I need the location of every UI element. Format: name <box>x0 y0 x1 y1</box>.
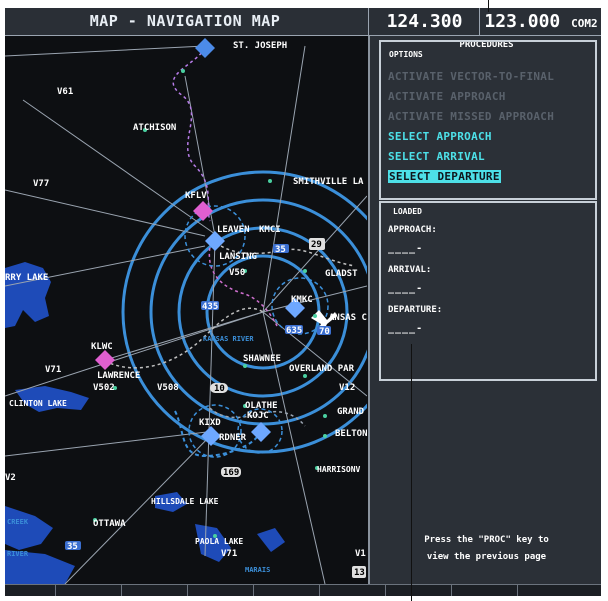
shield-169: 169 <box>223 468 239 478</box>
label-v77: V77 <box>33 179 49 189</box>
label-v2: V2 <box>5 473 16 483</box>
label-klwc: KLWC <box>91 342 113 352</box>
label-kixd: KIXD <box>199 418 221 428</box>
arrival-value: ____- <box>388 283 424 294</box>
options-box: OPTIONS ACTIVATE VECTOR-TO-FINAL ACTIVAT… <box>379 40 597 200</box>
label-clinton-lake: CLINTON LAKE <box>9 399 67 408</box>
option-select-approach[interactable]: SELECT APPROACH <box>388 130 492 143</box>
softkey-7[interactable] <box>451 585 452 596</box>
navigation-map[interactable]: 35 10 169 35 29 70 435 635 13 ST. JOSEPH… <box>5 36 405 585</box>
label-kojc: KOJC <box>247 411 269 421</box>
label-leaven: LEAVEN <box>217 225 250 235</box>
label-kansas-river: KANSAS RIVER <box>203 335 254 343</box>
label-v12: V12 <box>339 383 355 393</box>
mfd-display: MAP - NAVIGATION MAP 124.300 123.000 COM… <box>5 8 601 596</box>
shield-635: 635 <box>286 326 302 336</box>
shield-35-south: 35 <box>67 542 78 552</box>
top-bar: MAP - NAVIGATION MAP 124.300 123.000 COM… <box>5 8 601 36</box>
standby-frequency-value: 123.000 <box>484 11 561 32</box>
option-select-arrival[interactable]: SELECT ARRIVAL <box>388 150 485 163</box>
softkey-8[interactable] <box>517 585 518 596</box>
label-overland-park: OVERLAND PAR <box>289 364 355 374</box>
label-river: RIVER <box>7 550 29 558</box>
label-harrisonville: HARRISONV <box>317 465 361 474</box>
shield-29: 29 <box>311 240 322 250</box>
callout-line-top <box>488 0 489 12</box>
option-activate-vtf: ACTIVATE VECTOR-TO-FINAL <box>388 70 555 83</box>
label-smithville: SMITHVILLE LA <box>293 177 364 187</box>
label-hillsdale-lake: HILLSDALE LAKE <box>151 497 219 506</box>
com-standby-frequency[interactable]: 123.000 COM2 <box>479 8 601 35</box>
shield-13: 13 <box>354 568 365 578</box>
departure-label: DEPARTURE: <box>388 305 443 315</box>
softkey-6[interactable] <box>385 585 386 596</box>
label-v502: V502 <box>93 383 115 393</box>
softkey-1[interactable] <box>55 585 56 596</box>
departure-value: ____- <box>388 323 424 334</box>
arrival-label: ARRIVAL: <box>388 265 432 275</box>
softkey-bar <box>5 584 601 596</box>
option-activate-missed-approach: ACTIVATE MISSED APPROACH <box>388 110 555 123</box>
loaded-tag: LOADED <box>393 207 422 216</box>
approach-label: APPROACH: <box>388 225 437 235</box>
option-activate-approach: ACTIVATE APPROACH <box>388 90 506 103</box>
label-lansing: LANSING <box>219 252 257 262</box>
label-lawrence: LAWRENCE <box>97 371 140 381</box>
proc-hint-line2: view the previous page <box>426 552 547 562</box>
approach-value: ____- <box>388 243 424 254</box>
label-marais: MARAIS <box>245 566 270 574</box>
softkey-3[interactable] <box>187 585 188 596</box>
options-tag: OPTIONS <box>389 50 423 59</box>
active-frequency-value: 124.300 <box>386 11 463 32</box>
softkey-4[interactable] <box>253 585 254 596</box>
label-atchison: ATCHISON <box>133 123 176 133</box>
label-v1: V1 <box>355 549 366 559</box>
label-olathe: OLATHE <box>245 401 278 411</box>
label-v71: V71 <box>45 365 61 375</box>
label-v71-south: V71 <box>221 549 237 559</box>
softkey-2[interactable] <box>121 585 122 596</box>
proc-hint: Press the "PROC" key to view the previou… <box>370 532 601 566</box>
softkey-5[interactable] <box>319 585 320 596</box>
shield-435: 435 <box>202 302 218 312</box>
label-v508: V508 <box>157 383 179 393</box>
label-rry-lake: RRY LAKE <box>5 273 48 283</box>
callout-line-bottom <box>411 344 412 601</box>
map-canvas: 35 10 169 35 29 70 435 635 13 ST. JOSEPH… <box>5 36 405 585</box>
label-paola-lake: PAOLA LAKE <box>195 537 243 546</box>
label-shawnee: SHAWNEE <box>243 354 281 364</box>
label-creek: CREEK <box>7 518 29 526</box>
shield-70: 70 <box>319 327 330 337</box>
com-unit-label: COM2 <box>571 17 598 30</box>
label-ottawa: OTTAWA <box>93 519 126 529</box>
label-kmkc: KMKC <box>291 295 313 305</box>
label-gladstone: GLADST <box>325 269 358 279</box>
proc-hint-line1: Press the "PROC" key to <box>424 535 549 545</box>
label-kansas-city: ANSAS C <box>329 313 367 323</box>
label-v50: V50 <box>229 268 245 278</box>
shield-35-north: 35 <box>275 245 286 255</box>
option-select-departure[interactable]: SELECT DEPARTURE <box>388 170 501 183</box>
label-belton: BELTON <box>335 429 367 439</box>
label-kmci: KMCI <box>259 225 281 235</box>
com-active-frequency[interactable]: 124.300 <box>368 8 480 35</box>
label-grandview: GRAND <box>337 407 365 417</box>
label-gardner: RDNER <box>219 433 247 443</box>
label-st-joseph: ST. JOSEPH <box>233 41 287 51</box>
procedures-window: PROCEDURES OPTIONS ACTIVATE VECTOR-TO-FI… <box>368 36 601 584</box>
page-title: MAP - NAVIGATION MAP <box>89 12 281 30</box>
label-kflv: KFLV <box>185 191 207 201</box>
label-v61: V61 <box>57 87 73 97</box>
shield-10: 10 <box>214 384 225 394</box>
